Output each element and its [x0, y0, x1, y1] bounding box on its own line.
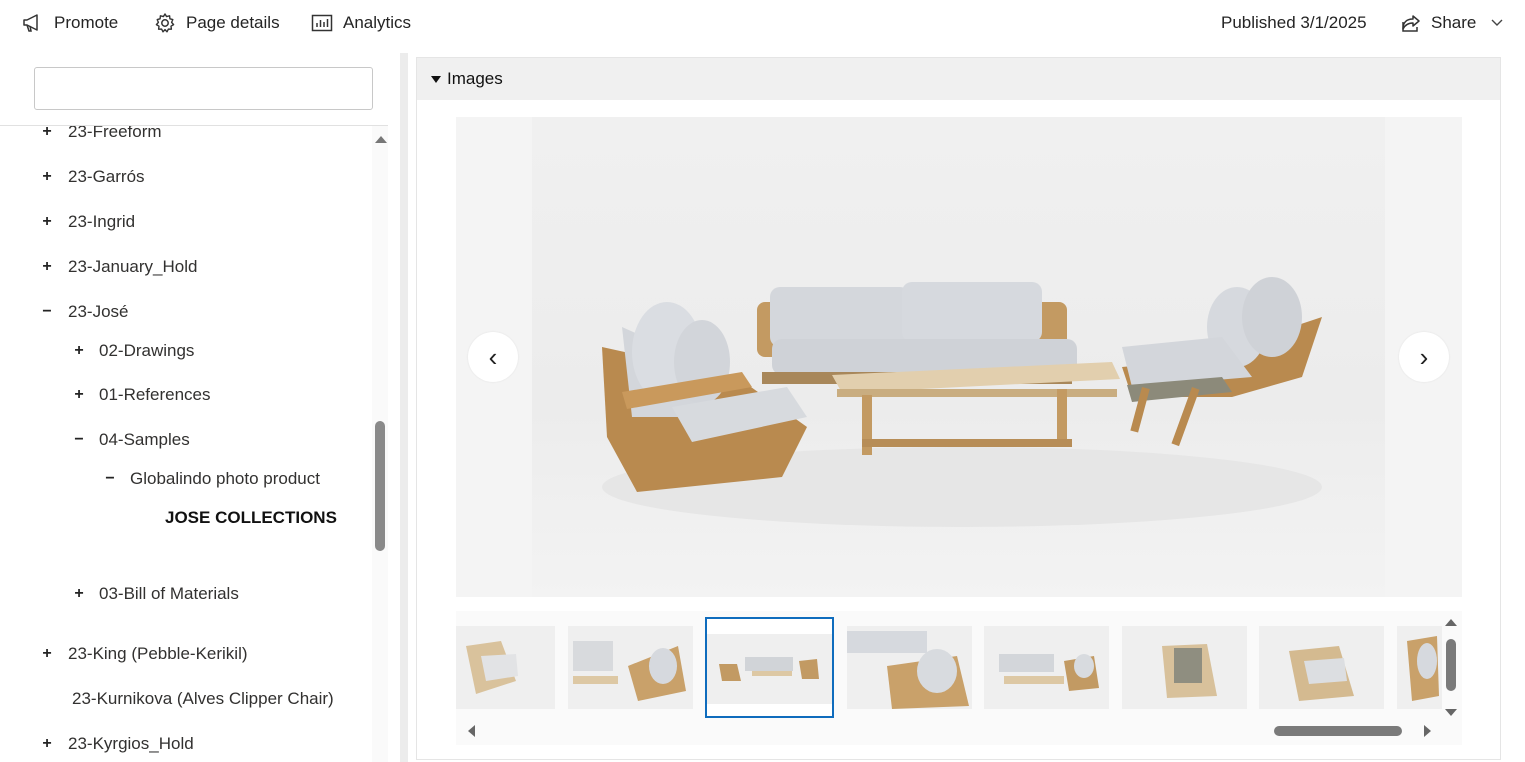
megaphone-icon: [23, 14, 38, 32]
analytics-icon: [311, 14, 333, 32]
images-section-header[interactable]: Images: [417, 58, 1500, 100]
tree-item-label: Globalindo photo product: [130, 469, 320, 488]
caret-down-icon[interactable]: [431, 75, 441, 83]
section-title: Images: [447, 69, 503, 88]
tree-item-label: 23-Freeform: [68, 126, 162, 141]
thumbnail-horizontal-scrollbar[interactable]: [456, 723, 1441, 739]
tree-item-label: 23-Kyrgios_Hold: [68, 734, 194, 753]
folder-tree: + 23-Freeform + 23-Garrós + 23-Ingrid + …: [0, 126, 372, 762]
tree-item-label: 23-José: [68, 302, 129, 321]
tree-item-01-references[interactable]: + 01-References: [72, 382, 370, 408]
thumbnail-image[interactable]: [1397, 626, 1442, 709]
main-product-photo: [532, 117, 1385, 597]
tree-item-label: 23-King (Pebble-Kerikil): [68, 644, 248, 663]
tree-item-label: 03-Bill of Materials: [99, 584, 239, 603]
scrollbar-thumb[interactable]: [1274, 726, 1402, 736]
scroll-left-arrow-icon[interactable]: [468, 725, 475, 737]
expand-icon[interactable]: +: [40, 126, 54, 141]
scroll-down-arrow-icon[interactable]: [1445, 709, 1457, 716]
furniture-set-image: [602, 277, 1322, 527]
panel-splitter[interactable]: [400, 53, 408, 762]
search-input[interactable]: [35, 68, 372, 109]
collapse-icon[interactable]: −: [72, 431, 86, 449]
image-viewer: ‹ ›: [456, 117, 1462, 597]
share-icon: [1402, 15, 1420, 32]
promote-label: Promote: [54, 13, 119, 32]
previous-image-button[interactable]: ‹: [468, 332, 518, 382]
scrollbar-thumb[interactable]: [375, 421, 385, 551]
scroll-right-arrow-icon[interactable]: [1424, 725, 1431, 737]
tree-item-03-bill-of-materials[interactable]: + 03-Bill of Materials: [72, 581, 370, 607]
tree-item-23-kyrgios-hold[interactable]: + 23-Kyrgios_Hold: [40, 731, 370, 757]
tree-item-label: 02-Drawings: [99, 341, 195, 360]
collapse-icon[interactable]: −: [40, 303, 54, 321]
thumbnail-image[interactable]: [1122, 626, 1247, 709]
chevron-down-icon[interactable]: [1490, 18, 1504, 28]
scroll-up-arrow-icon[interactable]: [375, 136, 387, 143]
thumbnail-image[interactable]: [456, 626, 555, 709]
thumbnail-image[interactable]: [847, 626, 972, 709]
tree-item-23-kurnikova[interactable]: 23-Kurnikova (Alves Clipper Chair): [72, 686, 370, 712]
tree-item-label: 01-References: [99, 385, 211, 404]
next-image-button[interactable]: ›: [1399, 332, 1449, 382]
thumbnail-vertical-scrollbar[interactable]: [1444, 619, 1458, 717]
share-button[interactable]: Share: [1401, 10, 1504, 36]
navigation-panel: + 23-Freeform + 23-Garrós + 23-Ingrid + …: [0, 53, 388, 762]
promote-button[interactable]: Promote: [22, 10, 118, 36]
tree-item-23-january-hold[interactable]: + 23-January_Hold: [40, 254, 370, 280]
tree-item-23-king[interactable]: + 23-King (Pebble-Kerikil): [40, 641, 370, 667]
tree-item-23-ingrid[interactable]: + 23-Ingrid: [40, 209, 370, 235]
expand-icon[interactable]: +: [40, 258, 54, 276]
tree-item-label: 23-Garrós: [68, 167, 145, 186]
tree-item-label: 04-Samples: [99, 430, 190, 449]
tree-item-04-samples[interactable]: − 04-Samples: [72, 427, 370, 453]
scroll-up-arrow-icon[interactable]: [1445, 619, 1457, 626]
expand-icon[interactable]: +: [40, 735, 54, 753]
expand-icon[interactable]: +: [72, 386, 86, 404]
chevron-left-icon: ‹: [488, 341, 498, 372]
tree-item-label: JOSE COLLECTIONS: [165, 508, 337, 527]
chevron-right-icon: ›: [1419, 341, 1429, 372]
tree-item-23-garros[interactable]: + 23-Garrós: [40, 164, 370, 190]
expand-icon[interactable]: +: [72, 342, 86, 360]
search-field[interactable]: [34, 67, 373, 110]
expand-icon[interactable]: +: [40, 213, 54, 231]
command-bar: Promote Page details Analytics Published…: [0, 0, 1525, 46]
thumbnail-image[interactable]: [1259, 626, 1384, 709]
thumbnail-image[interactable]: [568, 626, 693, 709]
page-details-label: Page details: [186, 13, 280, 32]
collapse-icon[interactable]: −: [103, 470, 117, 488]
expand-icon[interactable]: +: [40, 168, 54, 186]
images-panel: Images ‹ ›: [416, 57, 1501, 760]
scrollbar-thumb[interactable]: [1446, 639, 1456, 691]
share-label: Share: [1431, 13, 1477, 32]
thumbnail-image-selected[interactable]: [705, 617, 834, 718]
tree-item-02-drawings[interactable]: + 02-Drawings: [72, 338, 370, 364]
gear-icon: [155, 13, 175, 33]
page-details-button[interactable]: Page details: [154, 10, 280, 36]
tree-scrollbar[interactable]: [372, 126, 388, 762]
tree-item-globalindo-photo-product[interactable]: − Globalindo photo product: [103, 466, 370, 492]
thumbnail-strip: [456, 611, 1462, 745]
thumbnail-image[interactable]: [984, 626, 1109, 709]
expand-icon[interactable]: +: [40, 645, 54, 663]
analytics-button[interactable]: Analytics: [311, 10, 411, 36]
tree-item-label: 23-January_Hold: [68, 257, 198, 276]
tree-item-23-freeform[interactable]: + 23-Freeform: [40, 126, 370, 145]
tree-item-label: 23-Kurnikova (Alves Clipper Chair): [72, 689, 334, 708]
expand-icon[interactable]: +: [72, 585, 86, 603]
published-status-text: Published 3/1/2025: [1221, 13, 1367, 32]
tree-item-label: 23-Ingrid: [68, 212, 136, 231]
tree-item-jose-collections[interactable]: JOSE COLLECTIONS: [165, 505, 370, 531]
analytics-label: Analytics: [343, 13, 412, 32]
published-status: Published 3/1/2025: [1221, 10, 1367, 36]
tree-item-23-jose[interactable]: − 23-José: [40, 299, 370, 325]
